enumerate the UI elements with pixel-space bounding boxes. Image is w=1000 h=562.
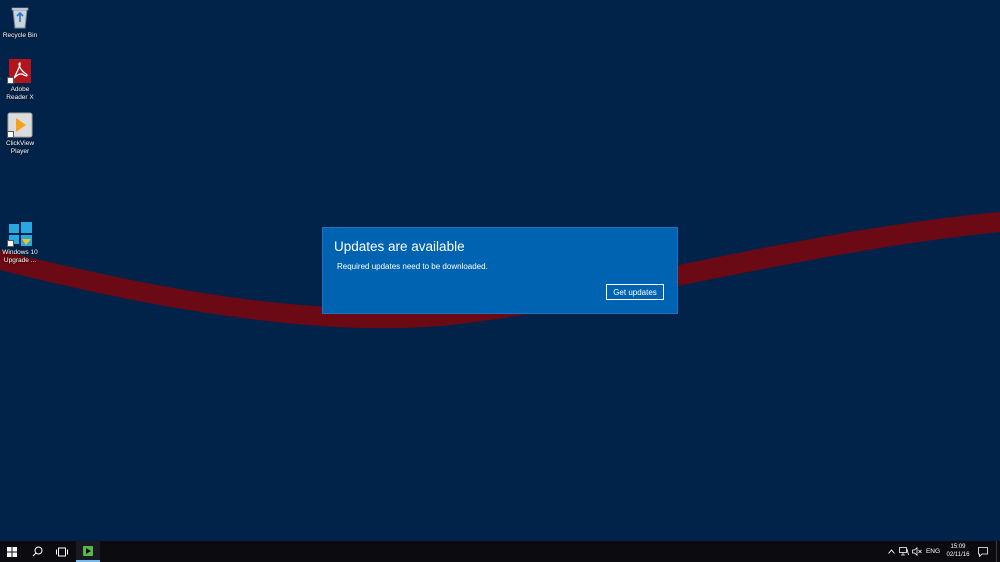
dialog-title: Updates are available: [334, 239, 465, 254]
taskbar: ENG 15:09 02/11/16: [0, 541, 1000, 562]
start-button[interactable]: [0, 541, 24, 562]
desktop-icon-label: Adobe Reader X: [6, 86, 34, 101]
desktop-icon-adobe-reader[interactable]: Adobe Reader X: [0, 58, 40, 102]
clickview-taskbar-icon: [83, 545, 93, 556]
shortcut-arrow-icon: [7, 77, 14, 84]
desktop-icon-clickview[interactable]: ClickView Player: [0, 112, 40, 156]
clock[interactable]: 15:09 02/11/16: [944, 543, 972, 559]
language-indicator[interactable]: ENG: [925, 541, 941, 562]
search-icon: [32, 546, 42, 557]
updates-dialog: Updates are available Required updates n…: [323, 228, 677, 313]
desktop-icon-recycle-bin[interactable]: Recycle Bin: [0, 4, 40, 40]
windows-upgrade-icon: [7, 221, 33, 247]
desktop-icon-label: Windows 10 Upgrade ...: [2, 249, 38, 264]
clickview-icon: [7, 112, 33, 138]
search-button[interactable]: [25, 541, 49, 562]
task-view-button[interactable]: [50, 541, 74, 562]
desktop-icon-label: Recycle Bin: [2, 32, 38, 39]
network-icon: [899, 547, 909, 556]
action-center-button[interactable]: [976, 541, 990, 562]
dialog-message: Required updates need to be downloaded.: [337, 262, 488, 271]
show-hidden-icons-button[interactable]: [886, 541, 896, 562]
clock-date: 02/11/16: [946, 552, 970, 558]
taskbar-app-clickview[interactable]: [76, 541, 100, 562]
show-desktop-button[interactable]: [996, 541, 1000, 562]
volume-muted-icon: [912, 547, 922, 556]
desktop-icon-label: ClickView Player: [5, 140, 35, 155]
get-updates-button[interactable]: Get updates: [606, 284, 664, 300]
action-center-icon: [978, 546, 988, 557]
desktop-icon-windows-upgrade[interactable]: Windows 10 Upgrade ...: [0, 221, 40, 265]
shortcut-arrow-icon: [7, 131, 14, 138]
desktop: Recycle Bin Adobe Reader X ClickView Pla…: [0, 0, 1000, 541]
shortcut-arrow-icon: [7, 240, 14, 247]
windows-start-icon: [7, 546, 17, 557]
network-button[interactable]: [898, 541, 910, 562]
task-view-icon: [56, 547, 68, 556]
recycle-bin-icon: [7, 4, 33, 30]
adobe-reader-icon: [7, 58, 33, 84]
volume-button[interactable]: [911, 541, 923, 562]
chevron-up-icon: [887, 549, 895, 554]
clock-time: 15:09: [950, 544, 966, 550]
